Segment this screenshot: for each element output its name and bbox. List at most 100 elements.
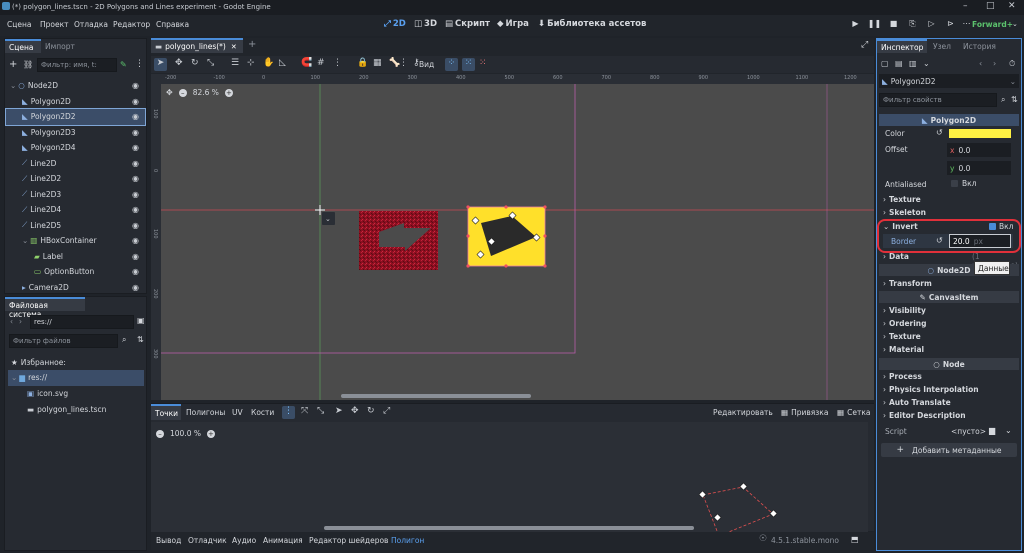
lock-icon[interactable]: 🔒 [357, 58, 368, 68]
grid-toggle[interactable]: ▦ Сетка [837, 408, 870, 417]
scene-node-label[interactable]: ▰ Label ◉ [6, 249, 145, 265]
visibility-eye-icon[interactable]: ◉ [132, 143, 139, 152]
rotate-tool-icon[interactable]: ↻ [191, 58, 199, 68]
fs-polygon-lines[interactable]: ▬ polygon_lines.tscn [27, 402, 106, 418]
rotate-points-icon[interactable]: ↻ [367, 406, 375, 416]
group-physics-interpolation[interactable]: › Physics Interpolation [883, 385, 979, 394]
tab-debugger[interactable]: Отладчик [188, 536, 227, 545]
offset-y-field[interactable]: y 0.0 [947, 161, 1011, 175]
zoom-in-icon[interactable]: + [206, 429, 215, 438]
visibility-eye-icon[interactable]: ◉ [132, 97, 139, 106]
group-auto-translate[interactable]: › Auto Translate [883, 398, 951, 407]
edit-menu[interactable]: Редактировать [713, 408, 773, 417]
scene-node-optionbutton[interactable]: ▭ OptionButton ◉ [6, 264, 145, 280]
add-metadata-button[interactable]: + Добавить метаданные [881, 443, 1017, 457]
smart-snap-icon[interactable]: 🧲 [301, 58, 312, 68]
invert-checkbox[interactable]: Вкл [989, 222, 1013, 231]
visibility-eye-icon[interactable]: ◉ [132, 267, 139, 276]
center-view-icon[interactable]: ✥ [166, 88, 173, 97]
workspace-asset-library[interactable]: ⬇ Библиотека ассетов [538, 19, 646, 29]
node-selector[interactable]: ◣ Polygon2D2 ⌄ [879, 74, 1019, 88]
zoom-out-icon[interactable]: – [156, 429, 164, 438]
visibility-eye-icon[interactable]: ◉ [132, 221, 139, 230]
group-icon[interactable]: ▦ [373, 58, 382, 68]
group-visibility[interactable]: › Visibility [883, 306, 926, 315]
play-custom-scene-icon[interactable]: ⊳ [943, 19, 958, 32]
pan-tool-icon[interactable]: ✋ [263, 58, 274, 68]
scene-node-line2d3[interactable]: ⟋ Line2D3 ◉ [6, 187, 145, 203]
distraction-free-icon[interactable]: ⤢ [861, 40, 868, 50]
visibility-eye-icon[interactable]: ◉ [132, 81, 139, 90]
border-field[interactable]: 20.0 px [949, 234, 1011, 248]
scene-filter-input[interactable]: Фильтр: имя, t: [37, 58, 117, 72]
workspace-script[interactable]: ▤ Скрипт [445, 19, 490, 29]
play-scene-icon[interactable]: ▷ [924, 19, 939, 32]
forward-icon[interactable]: › [19, 317, 22, 326]
stop-icon[interactable]: ■ [886, 19, 901, 32]
play-icon[interactable]: ▶ [848, 19, 863, 32]
grid-snap-icon[interactable]: # [317, 58, 325, 68]
group-material[interactable]: › Material [883, 345, 924, 354]
polygon2d2-selected[interactable] [466, 205, 547, 268]
scene-node-hboxcontainer[interactable]: ⌄ ▥ HBoxContainer ◉ [6, 233, 145, 249]
move-tool-icon[interactable]: ✥ [175, 58, 183, 68]
history-menu-icon[interactable]: ⏱ [1009, 59, 1015, 69]
sort-icon[interactable]: ⇅ [137, 335, 144, 344]
view-menu[interactable]: Вид [419, 60, 434, 69]
group-data[interactable]: › Data [883, 252, 909, 261]
group-transform[interactable]: › Transform [883, 279, 932, 288]
select-tool-icon[interactable]: ➤ [154, 58, 167, 71]
tab-shader-editor[interactable]: Редактор шейдеров [309, 536, 388, 545]
kebab-menu-icon[interactable]: ⋮ [135, 59, 144, 69]
snap-toggle[interactable]: ▦ Привязка [781, 408, 828, 417]
visibility-eye-icon[interactable]: ◉ [132, 174, 139, 183]
zoom-out-icon[interactable]: – [178, 88, 187, 97]
workspace-3d[interactable]: ◫ 3D [414, 19, 437, 29]
tab-points[interactable]: Точки [151, 404, 181, 420]
scene-node-polygon2d[interactable]: ◣ Polygon2D ◉ [6, 94, 145, 110]
back-icon[interactable]: ‹ [10, 317, 13, 326]
scene-node-line2d5[interactable]: ⟋ Line2D5 ◉ [6, 218, 145, 234]
property-filter-input[interactable]: Фильтр свойств [879, 93, 997, 107]
offset-x-field[interactable]: x 0.0 [947, 143, 1011, 157]
group-texture-ci[interactable]: › Texture [883, 332, 921, 341]
tab-polygons[interactable]: Полигоны [186, 408, 225, 417]
tab-polygon-lines[interactable]: ▬ polygon_lines(*) ✕ [151, 38, 243, 53]
visibility-eye-icon[interactable]: ◉ [132, 236, 139, 245]
tab-history[interactable]: История [963, 42, 996, 51]
workspace-2d[interactable]: ⤢ 2D [384, 19, 406, 29]
scale-tool-icon[interactable]: ⤡ [207, 58, 214, 68]
scene-node-line2d[interactable]: ⟋ Line2D ◉ [6, 156, 145, 172]
fs-favorites[interactable]: ★ Избранное: [11, 355, 66, 371]
chevron-down-icon[interactable]: ⌄ [22, 236, 28, 245]
tab-animation[interactable]: Анимация [263, 536, 303, 545]
visibility-eye-icon[interactable]: ◉ [132, 159, 139, 168]
zoom-in-icon[interactable]: + [224, 88, 233, 97]
history-back-icon[interactable]: ‹ [979, 59, 982, 68]
scene-node-polygon2d4[interactable]: ◣ Polygon2D4 ◉ [6, 140, 145, 156]
add-tab-icon[interactable]: + [248, 39, 256, 50]
revert-icon[interactable]: ↺ [936, 128, 943, 137]
menu-debug[interactable]: Отладка [74, 20, 108, 29]
tab-scene[interactable]: Сцена [5, 39, 41, 53]
menu-help[interactable]: Справка [156, 20, 189, 29]
visibility-eye-icon[interactable]: ◉ [132, 112, 139, 121]
minimize-icon[interactable]: – [963, 1, 968, 11]
close-tab-icon[interactable]: ✕ [231, 43, 237, 51]
chevron-down-icon[interactable]: ⌄ [1005, 426, 1012, 435]
tab-uv[interactable]: UV [232, 408, 243, 417]
close-icon[interactable]: ✕ [1008, 1, 1016, 11]
edit-points-icon[interactable]: ⋮ [282, 406, 295, 419]
search-icon[interactable]: ⌕ [1001, 95, 1005, 105]
uv-canvas[interactable]: – 100.0 % + [151, 422, 868, 532]
color-swatch[interactable] [949, 129, 1011, 138]
visibility-eye-icon[interactable]: ◉ [132, 283, 139, 292]
fs-icon-svg[interactable]: ▣ icon.svg [27, 386, 68, 402]
select-points-icon[interactable]: ➤ [335, 406, 343, 416]
workspace-game[interactable]: ◆ Игра [497, 19, 529, 29]
resource-menu-icon[interactable]: ⌄ [923, 59, 930, 68]
visibility-eye-icon[interactable]: ◉ [132, 128, 139, 137]
menu-editor[interactable]: Редактор [113, 20, 150, 29]
scene-node-camera2d[interactable]: ▸ Camera2D ◉ [6, 280, 145, 296]
visibility-eye-icon[interactable]: ◉ [132, 252, 139, 261]
